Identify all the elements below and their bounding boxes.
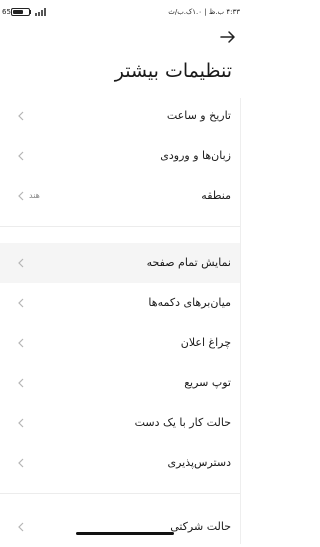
battery-tip <box>30 10 31 14</box>
arrow-right-icon <box>220 31 235 43</box>
chevron-left-icon <box>18 151 24 161</box>
settings-item-full-screen-display[interactable]: نمایش تمام صفحه <box>0 243 240 283</box>
settings-item-notification-light[interactable]: چراغ اعلان <box>0 323 240 363</box>
settings-item-label: توپ سریع <box>184 376 231 389</box>
chevron-left-icon <box>18 191 24 201</box>
section-divider <box>0 493 240 494</box>
settings-item-value: هند <box>29 191 40 200</box>
page-title: تنظیمات بیشتر <box>114 60 232 82</box>
settings-item-label: زبان‌ها و ورودی <box>160 149 231 162</box>
settings-item-label: حالت شرکتی <box>170 520 231 533</box>
settings-item-region[interactable]: منطقه هند <box>0 176 240 216</box>
chevron-left-icon <box>18 378 24 388</box>
section-divider <box>0 226 240 227</box>
chevron-left-icon <box>18 338 24 348</box>
chevron-left-icon <box>18 298 24 308</box>
chevron-left-icon <box>18 258 24 268</box>
settings-item-label: نمایش تمام صفحه <box>146 256 231 269</box>
battery-fill <box>13 10 23 14</box>
battery-icon <box>11 8 30 16</box>
scroll-edge-divider <box>240 98 241 544</box>
settings-item-label: منطقه <box>201 189 231 202</box>
settings-item-label: تاریخ و ساعت <box>166 109 231 122</box>
settings-item-button-shortcuts[interactable]: میان‌برهای دکمه‌ها <box>0 283 240 323</box>
back-button[interactable] <box>218 27 238 47</box>
settings-item-label: حالت کار با یک دست <box>134 416 231 429</box>
battery-level: 65 <box>2 8 11 16</box>
home-indicator[interactable] <box>76 532 174 535</box>
settings-item-accessibility[interactable]: دسترس‌پذیری <box>0 443 240 483</box>
settings-item-quick-ball[interactable]: توپ سریع <box>0 363 240 403</box>
chevron-left-icon <box>18 522 24 532</box>
settings-item-label: چراغ اعلان <box>180 336 231 349</box>
settings-item-date-time[interactable]: تاریخ و ساعت <box>0 96 240 136</box>
chevron-left-icon <box>18 458 24 468</box>
chevron-left-icon <box>18 418 24 428</box>
status-time: ۴:۳۳ ب.ظ | ۱.۰ک.ب/ث <box>168 8 240 16</box>
signal-icon <box>35 8 49 16</box>
settings-item-label: میان‌برهای دکمه‌ها <box>148 296 231 309</box>
status-bar: 65 ۴:۳۳ ب.ظ | ۱.۰ک.ب/ث <box>0 0 250 22</box>
settings-item-languages-input[interactable]: زبان‌ها و ورودی <box>0 136 240 176</box>
settings-item-enterprise-mode[interactable]: حالت شرکتی <box>0 507 240 547</box>
settings-item-one-handed-mode[interactable]: حالت کار با یک دست <box>0 403 240 443</box>
settings-item-label: دسترس‌پذیری <box>167 456 231 469</box>
chevron-left-icon <box>18 111 24 121</box>
